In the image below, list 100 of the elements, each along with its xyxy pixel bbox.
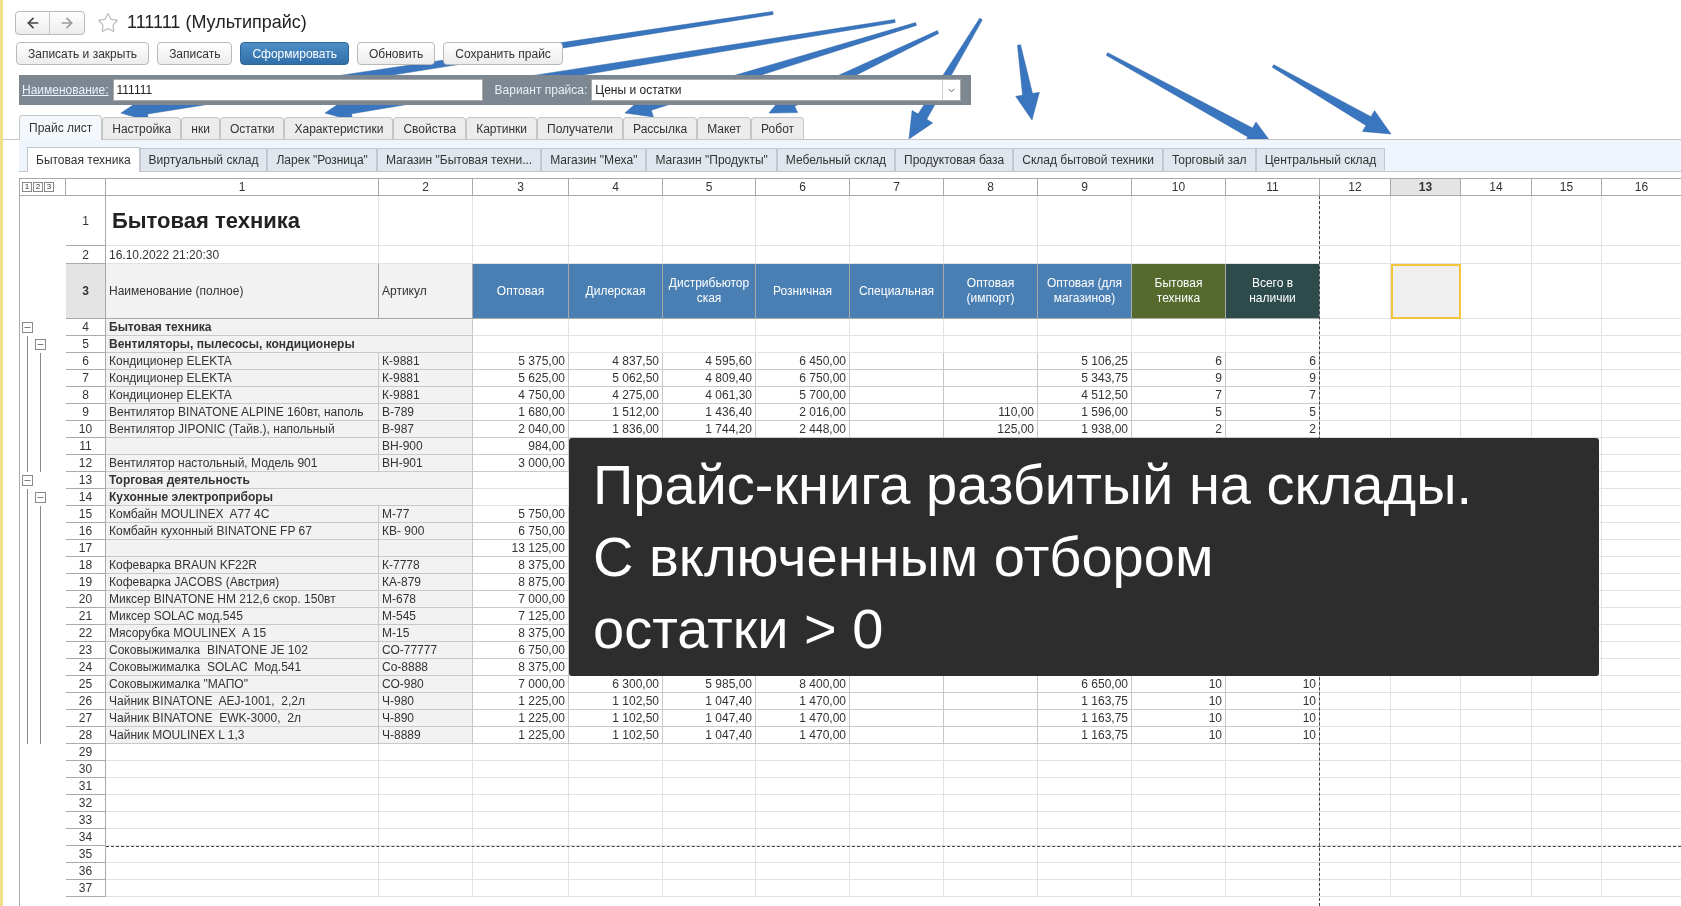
row-number: 20 — [66, 591, 106, 608]
tab[interactable]: Настройка — [102, 117, 182, 139]
empty-cell — [1391, 863, 1461, 880]
table-cell: 1 047,40 — [663, 727, 756, 744]
table-cell: 5 985,00 — [663, 676, 756, 693]
tab[interactable]: Прайс лист — [19, 115, 103, 140]
collapse-button[interactable] — [22, 322, 33, 333]
warehouse-tab[interactable]: Магазин "Продукты" — [646, 148, 777, 171]
collapse-button[interactable] — [35, 492, 46, 503]
table-cell: 125,00 — [944, 421, 1038, 438]
table-cell: 8 375,00 — [473, 659, 569, 676]
column-header: Специальная — [850, 264, 944, 319]
warehouse-tab[interactable]: Ларек "Розница" — [267, 148, 377, 171]
warehouse-tab[interactable]: Бытовая техника — [27, 147, 140, 172]
row-number: 6 — [66, 353, 106, 370]
empty-cell — [1320, 880, 1391, 897]
empty-cell — [1461, 846, 1532, 863]
favorite-star-icon[interactable] — [97, 11, 119, 34]
table-cell: СО-980 — [379, 676, 473, 693]
table-cell: 5 625,00 — [473, 370, 569, 387]
warehouse-tab[interactable]: Центральный склад — [1255, 148, 1386, 171]
row-number: 14 — [66, 489, 106, 506]
table-cell: ВН-901 — [379, 455, 473, 472]
collapse-button[interactable] — [22, 475, 33, 486]
tab[interactable]: Свойства — [393, 117, 467, 139]
warehouse-tab[interactable]: Склад бытовой техники — [1013, 148, 1163, 171]
toolbar-button[interactable]: Записать — [157, 42, 233, 65]
row-number: 16 — [66, 523, 106, 540]
table-cell: 4 750,00 — [473, 387, 569, 404]
warehouse-tab[interactable]: Торговый зал — [1162, 148, 1256, 171]
tab[interactable]: Робот — [751, 117, 805, 139]
empty-cell — [1532, 863, 1602, 880]
table-cell: М-77 — [379, 506, 473, 523]
empty-cell — [1461, 196, 1532, 246]
tab[interactable]: нки — [181, 117, 220, 139]
column-number: 1 — [106, 179, 379, 196]
toolbar-button[interactable]: Сформировать — [240, 42, 349, 65]
tab[interactable]: Рассылка — [623, 117, 698, 139]
warehouse-tab[interactable]: Магазин "Бытовая техни... — [376, 148, 542, 171]
table-cell: 10 — [1226, 676, 1320, 693]
group-title: Торговая деятельность — [106, 472, 473, 489]
table-cell: Чайник MOULINEX L 1,3 — [106, 727, 379, 744]
table-cell: 1 047,40 — [663, 693, 756, 710]
tab[interactable]: Характеристики — [284, 117, 394, 139]
table-cell: 1 512,00 — [569, 404, 663, 421]
tab[interactable]: Остатки — [219, 117, 285, 139]
empty-cell — [1461, 710, 1532, 727]
empty-cell — [1532, 319, 1602, 336]
empty-cell — [1532, 246, 1602, 264]
empty-cell — [1391, 795, 1461, 812]
table-cell: В-789 — [379, 404, 473, 421]
toolbar-button[interactable]: Обновить — [357, 42, 436, 65]
collapse-button[interactable] — [35, 339, 46, 350]
row-number: 17 — [66, 540, 106, 557]
outline-level-button[interactable]: 3 — [44, 182, 54, 192]
row-number: 8 — [66, 387, 106, 404]
toolbar-button[interactable]: Сохранить прайс — [443, 42, 563, 65]
table-cell: Соковыжималка "МАПО" — [106, 676, 379, 693]
warehouse-tab[interactable]: Виртуальный склад — [139, 148, 268, 171]
empty-cell — [1320, 795, 1391, 812]
empty-cell — [1320, 319, 1391, 336]
table-cell: Мясорубка MOULINEX A 15 — [106, 625, 379, 642]
column-number: 4 — [569, 179, 663, 196]
empty-cell — [1532, 727, 1602, 744]
row-number: 28 — [66, 727, 106, 744]
warehouse-tab[interactable]: Мебельный склад — [776, 148, 896, 171]
outline-level-button[interactable]: 2 — [33, 182, 43, 192]
table-cell: 6 750,00 — [473, 523, 569, 540]
tab[interactable]: Макет — [697, 117, 752, 139]
table-cell: СО-77777 — [379, 642, 473, 659]
warehouse-tab[interactable]: Продуктовая база — [895, 148, 1014, 171]
warehouse-tab[interactable]: Магазин "Меха" — [541, 148, 647, 171]
table-cell: 6 650,00 — [1038, 676, 1132, 693]
table-cell: 10 — [1226, 710, 1320, 727]
empty-cell — [1391, 812, 1461, 829]
row-number: 12 — [66, 455, 106, 472]
empty-cell — [1461, 863, 1532, 880]
empty-cell — [1391, 693, 1461, 710]
table-cell: 1 836,00 — [569, 421, 663, 438]
outline-level-button[interactable]: 1 — [22, 182, 32, 192]
empty-cell — [1391, 761, 1461, 778]
row-number: 30 — [66, 761, 106, 778]
empty-cell — [1461, 778, 1532, 795]
column-header: Оптовая — [473, 264, 569, 319]
table-cell: 5 750,00 — [473, 506, 569, 523]
name-field[interactable]: 111111 — [112, 79, 483, 101]
table-cell: 5 700,00 — [756, 387, 850, 404]
toolbar-button[interactable]: Записать и закрыть — [16, 42, 150, 65]
table-cell: 2 — [1132, 421, 1226, 438]
tab[interactable]: Картинки — [466, 117, 537, 139]
table-cell: 1 047,40 — [663, 710, 756, 727]
empty-cell — [1461, 880, 1532, 897]
selected-cell[interactable] — [1391, 264, 1461, 319]
variant-select[interactable]: Цены и остатки — [591, 79, 962, 101]
tab[interactable]: Получатели — [537, 117, 624, 139]
table-cell: Комбайн MOULINEX A77 4C — [106, 506, 379, 523]
row-number: 21 — [66, 608, 106, 625]
empty-cell — [1391, 387, 1461, 404]
table-cell: 1 470,00 — [756, 710, 850, 727]
empty-cell — [1532, 744, 1602, 761]
